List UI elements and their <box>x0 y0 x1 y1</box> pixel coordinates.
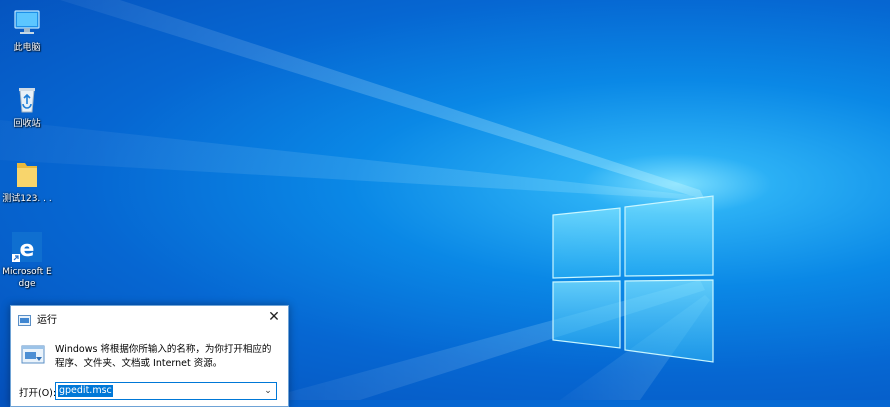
recycle-bin-icon <box>10 82 44 116</box>
open-label: 打开(O): <box>19 388 57 399</box>
run-dialog-description: Windows 将根据你所输入的名称，为你打开相应的程序、文件夹、文档或 Int… <box>55 344 272 369</box>
desktop-icon-recycle-bin[interactable]: 回收站 <box>2 82 52 130</box>
desktop-icon-label: 回收站 <box>13 119 41 129</box>
folder-icon <box>10 157 44 191</box>
chevron-down-icon[interactable]: ⌄ <box>260 383 276 399</box>
run-dialog-title: 运行 <box>37 315 57 326</box>
desktop-icon-microsoft-edge[interactable]: e Microsoft Edge <box>2 230 52 290</box>
run-program-icon <box>21 344 45 366</box>
run-dialog: 运行 ✕ Windows 将根据你所输入的名称，为你打开相应的程序、文件夹、文档… <box>10 305 289 407</box>
desktop-icon-label: 此电脑 <box>13 43 41 53</box>
desktop-icon-label: Microsoft Edge <box>2 267 52 289</box>
desktop-icon-label: 测试123. . . <box>2 194 52 204</box>
svg-text:e: e <box>20 237 35 262</box>
run-dialog-titlebar[interactable]: 运行 ✕ <box>11 306 288 328</box>
close-button[interactable]: ✕ <box>266 309 282 325</box>
open-input-value[interactable]: gpedit.msc <box>58 385 113 397</box>
run-app-icon <box>18 311 31 326</box>
open-combobox[interactable]: gpedit.msc ⌄ <box>55 382 277 400</box>
computer-icon <box>10 6 44 40</box>
desktop-icon-this-pc[interactable]: 此电脑 <box>2 6 52 54</box>
desktop-icon-test-folder[interactable]: 测试123. . . <box>2 157 52 205</box>
edge-icon: e <box>10 230 44 264</box>
